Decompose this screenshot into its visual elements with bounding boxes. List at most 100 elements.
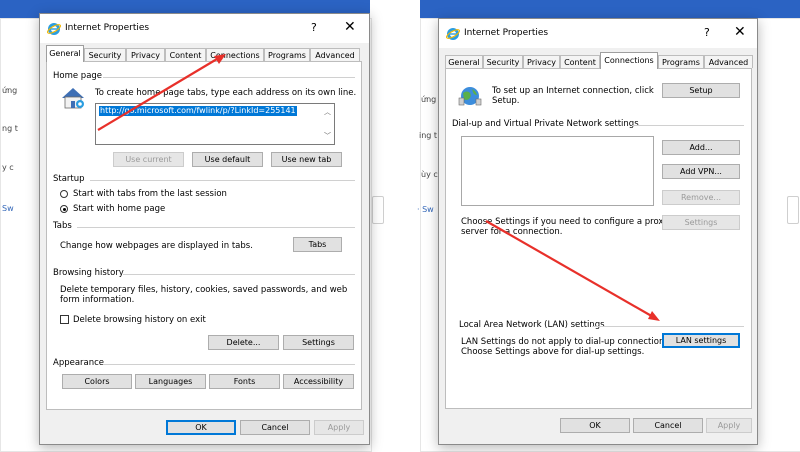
delete-on-exit-checkbox[interactable] <box>60 315 69 324</box>
tab-security[interactable]: Security <box>483 55 523 68</box>
browsing-history-description: Delete temporary files, history, cookies… <box>60 285 348 295</box>
bg-text: ng t <box>2 124 18 133</box>
dialup-settings-button[interactable]: Settings <box>662 215 740 230</box>
tab-connections[interactable]: Connections <box>600 52 658 69</box>
home-page-url: http://go.microsoft.com/fwlink/p/?LinkId… <box>99 106 297 116</box>
home-page-url-textbox[interactable]: http://go.microsoft.com/fwlink/p/?LinkId… <box>95 103 335 145</box>
divider <box>592 326 744 327</box>
setup-button[interactable]: Setup <box>662 83 740 98</box>
scroll-up-icon[interactable]: ︿ <box>324 107 331 117</box>
add-button[interactable]: Add... <box>662 140 740 155</box>
setup-description: To set up an Internet connection, click <box>492 86 654 96</box>
tab-privacy[interactable]: Privacy <box>126 48 165 61</box>
internet-properties-dialog-general: Internet Properties ? ✕ General Security… <box>39 13 370 445</box>
home-page-description: To create home page tabs, type each addr… <box>95 88 357 98</box>
colors-button[interactable]: Colors <box>62 374 132 389</box>
divider <box>77 227 355 228</box>
tabs-button[interactable]: Tabs <box>293 237 342 252</box>
tab-content[interactable]: Content <box>165 48 206 61</box>
tab-general[interactable]: General <box>445 55 483 68</box>
cancel-button[interactable]: Cancel <box>240 420 310 435</box>
fonts-button[interactable]: Fonts <box>209 374 280 389</box>
radio-home-page-label: Start with home page <box>73 204 166 214</box>
internet-properties-dialog-connections: Internet Properties ? ✕ General Security… <box>438 18 758 445</box>
tab-advanced[interactable]: Advanced <box>310 48 360 61</box>
dialog-title: Internet Properties <box>65 23 150 33</box>
radio-home-page[interactable] <box>60 205 68 213</box>
internet-explorer-icon <box>47 23 61 35</box>
close-button[interactable]: ✕ <box>344 19 356 35</box>
languages-button[interactable]: Languages <box>135 374 206 389</box>
tab-advanced[interactable]: Advanced <box>704 55 753 68</box>
tab-connections[interactable]: Connections <box>206 48 264 61</box>
apply-button[interactable]: Apply <box>706 418 752 433</box>
setup-description: Setup. <box>492 96 520 106</box>
scroll-down-icon[interactable]: ﹀ <box>324 131 331 141</box>
connections-list[interactable] <box>461 136 654 206</box>
tabs-description: Change how webpages are displayed in tab… <box>60 241 253 251</box>
home-page-heading: Home page <box>53 71 103 81</box>
add-vpn-button[interactable]: Add VPN... <box>662 164 740 179</box>
right-window-titlebar <box>420 0 800 18</box>
history-settings-button[interactable]: Settings <box>283 335 354 350</box>
tab-programs[interactable]: Programs <box>658 55 704 68</box>
bg-button <box>372 196 384 224</box>
dialup-vpn-heading: Dial-up and Virtual Private Network sett… <box>452 119 639 129</box>
help-button[interactable]: ? <box>311 21 317 34</box>
connections-panel: To set up an Internet connection, click … <box>445 68 752 409</box>
ok-button[interactable]: OK <box>560 418 630 433</box>
use-new-tab-button[interactable]: Use new tab <box>271 152 342 167</box>
house-icon <box>62 88 84 109</box>
ok-button[interactable]: OK <box>166 420 236 435</box>
use-current-button[interactable]: Use current <box>113 152 184 167</box>
divider <box>103 364 355 365</box>
delete-button[interactable]: Delete... <box>208 335 279 350</box>
tab-general[interactable]: General <box>46 45 84 62</box>
tab-content[interactable]: Content <box>560 55 600 68</box>
apply-button[interactable]: Apply <box>314 420 364 435</box>
tab-security[interactable]: Security <box>84 48 126 61</box>
lan-description: Choose Settings above for dial-up settin… <box>461 347 645 357</box>
lan-description: LAN Settings do not apply to dial-up con… <box>461 337 672 347</box>
appearance-heading: Appearance <box>53 358 105 368</box>
help-button[interactable]: ? <box>704 26 710 39</box>
bg-text: ing t <box>419 131 438 140</box>
accessibility-button[interactable]: Accessibility <box>283 374 354 389</box>
bg-text: ứng <box>2 86 18 95</box>
close-button[interactable]: ✕ <box>734 24 746 40</box>
bg-text: Sw <box>2 204 14 213</box>
proxy-hint: server for a connection. <box>461 227 563 237</box>
divider <box>103 77 355 78</box>
radio-last-session[interactable] <box>60 190 68 198</box>
bg-text: · Sw <box>417 205 434 214</box>
tabs-heading: Tabs <box>53 221 72 231</box>
divider <box>123 274 355 275</box>
dialog-footer: OK Cancel Apply <box>40 412 369 444</box>
bg-text: ùy c <box>421 170 438 179</box>
bg-text: y c <box>2 163 14 172</box>
browsing-history-heading: Browsing history <box>53 268 124 278</box>
browsing-history-description: form information. <box>60 295 135 305</box>
use-default-button[interactable]: Use default <box>192 152 263 167</box>
dialog-titlebar: Internet Properties ? ✕ <box>40 14 369 43</box>
bg-text: ứng <box>421 95 437 104</box>
remove-button[interactable]: Remove... <box>662 190 740 205</box>
proxy-hint: Choose Settings if you need to configure… <box>461 217 669 227</box>
general-panel: Home page To create home page tabs, type… <box>46 61 362 410</box>
tab-privacy[interactable]: Privacy <box>523 55 560 68</box>
cancel-button[interactable]: Cancel <box>633 418 703 433</box>
tab-programs[interactable]: Programs <box>264 48 310 61</box>
divider <box>90 180 355 181</box>
delete-on-exit-label: Delete browsing history on exit <box>73 315 206 325</box>
divider <box>632 125 744 126</box>
lan-heading: Local Area Network (LAN) settings <box>459 320 605 330</box>
dialog-title: Internet Properties <box>464 28 549 38</box>
radio-last-session-label: Start with tabs from the last session <box>73 189 227 199</box>
internet-explorer-icon <box>446 28 460 40</box>
dialog-titlebar: Internet Properties ? ✕ <box>439 19 757 48</box>
bg-button <box>787 196 799 224</box>
dialog-footer: OK Cancel Apply <box>439 412 757 444</box>
network-globe-icon <box>458 87 482 106</box>
startup-heading: Startup <box>53 174 85 184</box>
lan-settings-button[interactable]: LAN settings <box>662 333 740 348</box>
